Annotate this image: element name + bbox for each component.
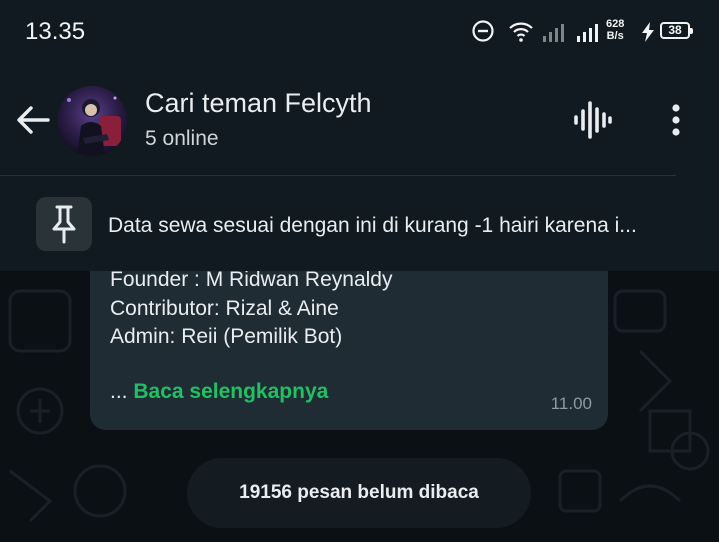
minus-circle-icon — [472, 20, 494, 42]
signal-icon — [543, 24, 564, 42]
battery-indicator: 38 — [660, 22, 693, 39]
message-line: Admin: Reii (Pemilik Bot) — [110, 325, 343, 348]
status-bar: 13.35 628 B/s 38 — [0, 0, 719, 64]
read-more-row: ... Baca selengkapnya — [110, 380, 328, 404]
more-vert-icon[interactable] — [664, 102, 688, 138]
network-speed-unit: B/s — [606, 30, 624, 42]
signal-icon — [577, 24, 598, 42]
pin-icon — [52, 205, 76, 244]
group-avatar[interactable] — [57, 86, 127, 156]
message-line: Contributor: Rizal & Aine — [110, 297, 339, 320]
message-time: 11.00 — [550, 394, 592, 413]
voice-chat-icon[interactable] — [572, 100, 612, 140]
message-bubble[interactable]: Founder : M Ridwan Reynaldy Contributor:… — [90, 271, 608, 430]
status-time: 13.35 — [25, 18, 86, 45]
chat-area[interactable]: Founder : M Ridwan Reynaldy Contributor:… — [0, 271, 719, 542]
charging-bolt-icon — [642, 22, 654, 42]
back-arrow-icon[interactable] — [14, 103, 52, 137]
unread-messages-banner: 19156 pesan belum dibaca — [187, 458, 531, 528]
wifi-icon — [509, 22, 533, 42]
ellipsis: ... — [110, 380, 128, 403]
pinned-message-text: Data sewa sesuai dengan ini di kurang -1… — [108, 214, 637, 237]
read-more-link[interactable]: Baca selengkapnya — [133, 380, 328, 403]
network-speed-value: 628 — [606, 18, 625, 30]
battery-level: 38 — [668, 23, 682, 37]
network-speed: 628 B/s — [606, 18, 624, 42]
message-line: Founder : M Ridwan Reynaldy — [110, 271, 393, 291]
pin-icon-box — [36, 197, 92, 251]
pinned-message-bar[interactable]: Data sewa sesuai dengan ini di kurang -1… — [0, 176, 719, 271]
chat-title[interactable]: Cari teman Felcyth — [145, 88, 372, 119]
chat-subtitle: 5 online — [145, 127, 219, 150]
chat-header: Cari teman Felcyth 5 online — [0, 64, 719, 176]
